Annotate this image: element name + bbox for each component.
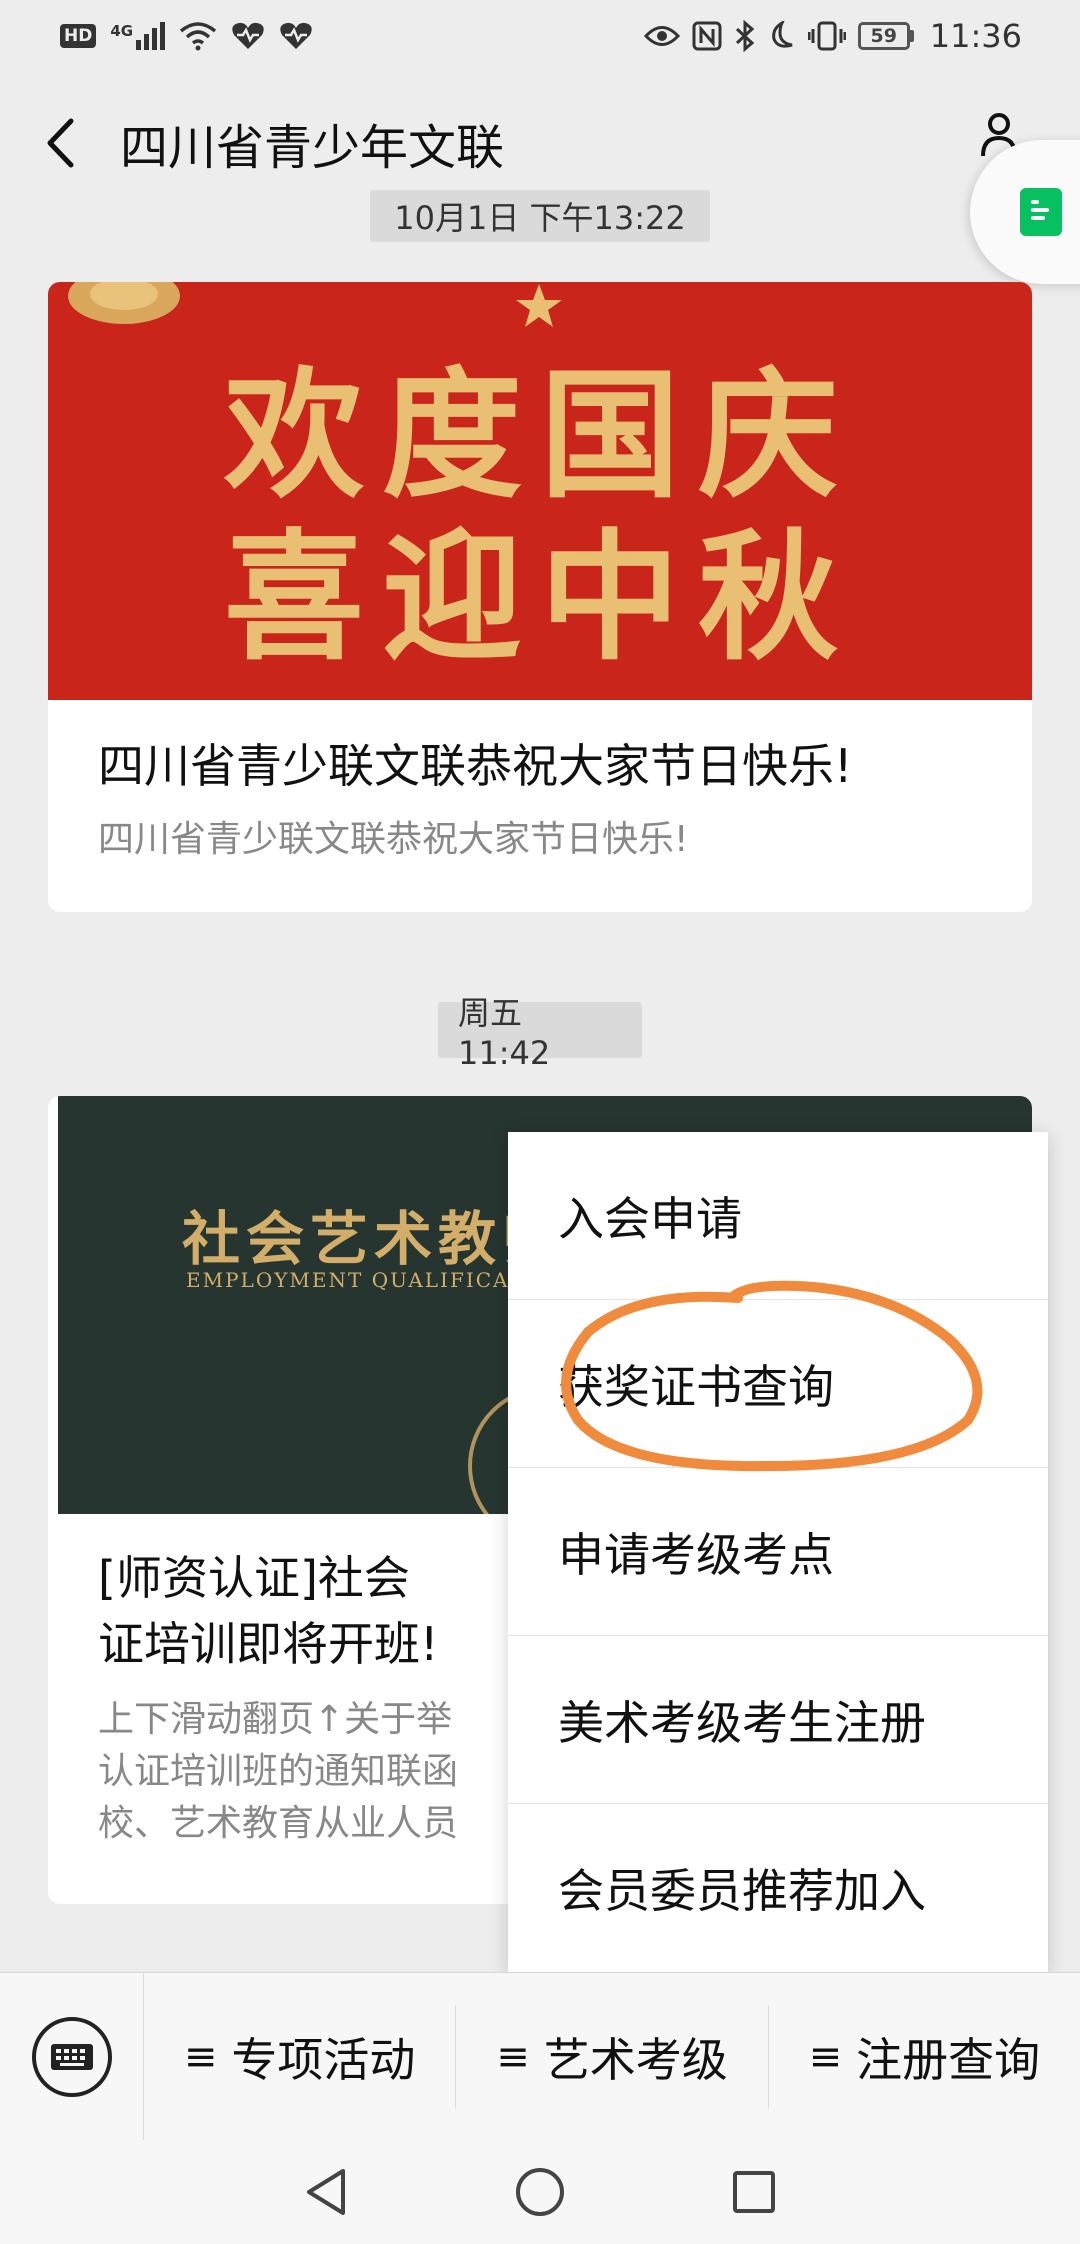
holiday-banner-image: 欢度国庆 喜迎中秋 [48, 282, 1032, 700]
menu-tab-register-query[interactable]: ≡ 注册查询 [769, 2005, 1080, 2109]
popup-menu: 入会申请 获奖证书查询 申请考级考点 美术考级考生注册 会员委员推荐加入 [508, 1132, 1048, 1972]
menu-tab-label: 专项活动 [231, 2032, 416, 2087]
article-description-line-2: 认证培训班的通知联函 [98, 1751, 459, 1792]
article-card-holiday[interactable]: 欢度国庆 喜迎中秋 四川省青少联文联恭祝大家节日快乐! 四川省青少联文联恭祝大家… [48, 282, 1032, 912]
page-title: 四川省青少年文联 [120, 120, 505, 176]
article-title: 四川省青少联文联恭祝大家节日快乐! [98, 739, 853, 793]
certificate-subtitle: EMPLOYMENT QUALIFICAT [186, 1268, 524, 1292]
moon-icon [771, 21, 793, 48]
status-bar: HD 4G 59 11:36 [0, 0, 1080, 72]
banner-line-2: 喜迎中秋 [223, 516, 856, 680]
vibrate-icon [807, 21, 846, 51]
bluetooth-icon [735, 20, 755, 52]
battery-level: 59 [857, 22, 910, 50]
menu-item-art-exam-register[interactable]: 美术考级考生注册 [508, 1636, 1048, 1804]
document-icon [1020, 188, 1062, 236]
eye-icon [643, 26, 680, 46]
menu-tab-label: 艺术考级 [543, 2032, 728, 2087]
article-description-line-1: 上下滑动翻页↑关于举 [98, 1699, 453, 1740]
article-description: 四川省青少联文联恭祝大家节日快乐! [98, 819, 689, 860]
system-navigation-bar [0, 2140, 1080, 2244]
clock: 11:36 [929, 17, 1022, 55]
back-triangle-icon[interactable] [303, 2167, 349, 2217]
article-description-line-3: 校、艺术教育从业人员 [98, 1803, 459, 1844]
home-circle-icon[interactable] [514, 2166, 566, 2218]
back-button[interactable] [0, 72, 120, 214]
menu-item-exam-site-apply[interactable]: 申请考级考点 [508, 1468, 1048, 1636]
timestamp: 周五 11:42 [438, 994, 642, 1072]
wifi-icon [179, 22, 217, 51]
health-heart-icon-2 [280, 22, 312, 49]
hd-badge: HD [60, 24, 97, 48]
menu-lines-icon: ≡ [808, 2033, 843, 2080]
menu-tab-special-activities[interactable]: ≡ 专项活动 [144, 2004, 457, 2109]
article-title-line-2: 证培训即将开班! [98, 1617, 439, 1671]
menu-lines-icon: ≡ [496, 2033, 530, 2080]
timestamp: 10月1日 下午13:22 [370, 190, 710, 242]
keyboard-toggle-button[interactable] [0, 1972, 144, 2141]
battery-icon: 59 [857, 22, 914, 50]
menu-item-membership-apply[interactable]: 入会申请 [508, 1132, 1048, 1300]
banner-line-1: 欢度国庆 [223, 354, 856, 518]
star-icon [516, 284, 562, 327]
account-menu-bar: ≡ 专项活动 ≡ 艺术考级 ≡ 注册查询 [0, 1972, 1080, 2141]
menu-lines-icon: ≡ [183, 2033, 218, 2080]
nfc-icon [692, 21, 722, 51]
network-type: 4G [110, 22, 134, 40]
chevron-left-icon [47, 118, 74, 168]
menu-tab-label: 注册查询 [856, 2032, 1041, 2087]
article-title-line-1: [师资认证]社会 [98, 1551, 410, 1605]
menu-tab-art-exam[interactable]: ≡ 艺术考级 [456, 2004, 769, 2109]
health-heart-icon [232, 22, 264, 49]
menu-item-member-recommend[interactable]: 会员委员推荐加入 [508, 1804, 1048, 1972]
flower-decoration-icon [68, 282, 180, 324]
recents-square-icon[interactable] [731, 2169, 777, 2215]
keyboard-icon [31, 2016, 112, 2097]
signal-icon: 4G [110, 22, 166, 50]
menu-item-award-certificate-query[interactable]: 获奖证书查询 [508, 1300, 1048, 1468]
